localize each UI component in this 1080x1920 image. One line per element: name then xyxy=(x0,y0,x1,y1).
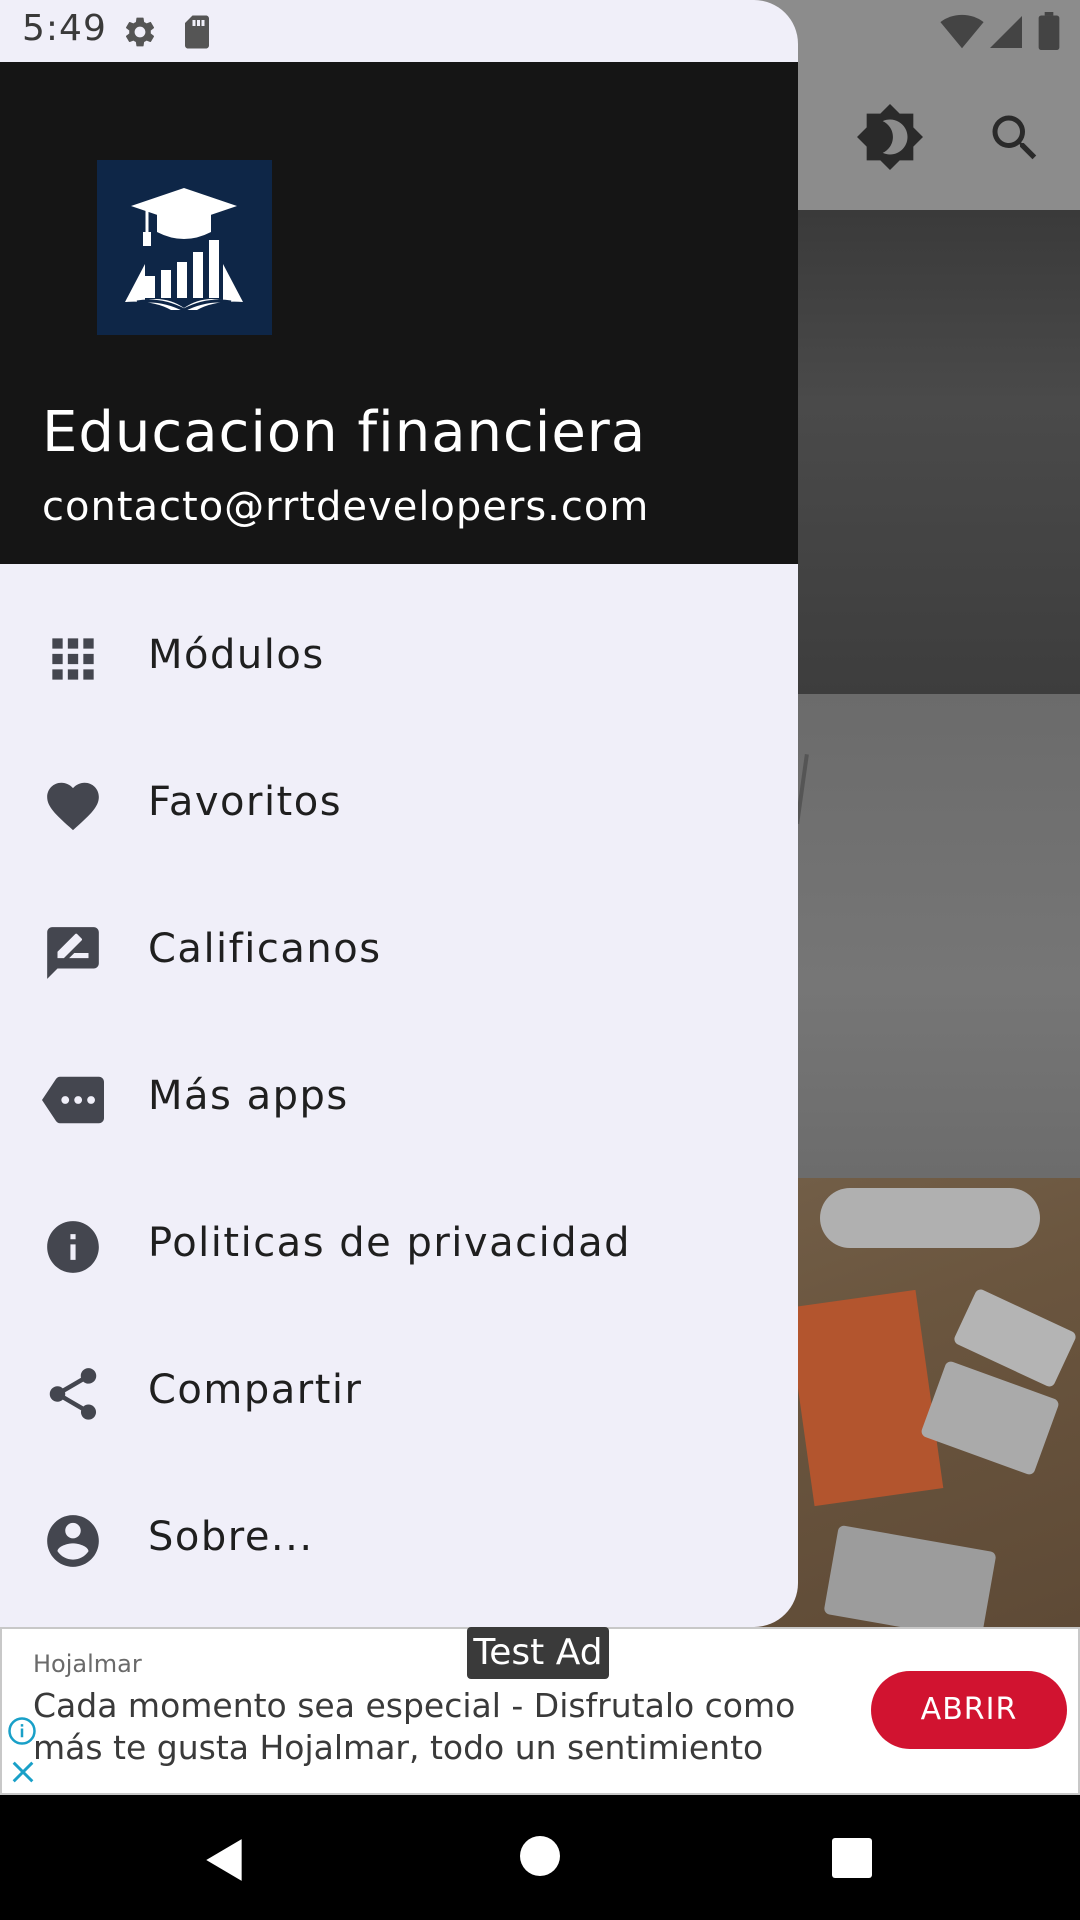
ad-advertiser: Hojalmar xyxy=(33,1650,142,1678)
ad-text: más te gusta Hojalmar, todo un sentimien… xyxy=(33,1728,764,1767)
settings-icon xyxy=(125,17,155,47)
menu-item-label: Módulos xyxy=(148,632,325,678)
share-icon xyxy=(49,1368,97,1420)
menu-item-label: Calificanos xyxy=(148,926,382,972)
menu-item-favoritos[interactable]: Favoritos xyxy=(0,731,798,878)
recents-button[interactable] xyxy=(832,1838,872,1878)
battery-icon xyxy=(1038,12,1060,50)
ad-info-icon[interactable] xyxy=(7,1716,37,1746)
drawer-email: contacto@rrtdevelopers.com xyxy=(42,484,650,530)
menu-item-label: Más apps xyxy=(148,1073,349,1119)
menu-item-label: Sobre... xyxy=(148,1514,314,1560)
ad-close-icon[interactable] xyxy=(9,1758,37,1786)
menu-item-mas-apps[interactable]: Más apps xyxy=(0,1025,798,1172)
navigation-drawer: Educacion financiera contacto@rrtdevelop… xyxy=(0,0,798,1627)
back-icon[interactable] xyxy=(200,1835,250,1885)
app-logo xyxy=(97,160,272,335)
menu-item-calificanos[interactable]: Calificanos xyxy=(0,878,798,1025)
status-time: 5:49 xyxy=(22,8,107,49)
test-ad-label: Test Ad xyxy=(467,1627,609,1679)
rate-review-icon xyxy=(47,927,99,979)
brightness-icon[interactable] xyxy=(855,102,925,172)
info-icon xyxy=(47,1221,99,1273)
menu-item-modulos[interactable]: Módulos xyxy=(0,584,798,731)
search-icon[interactable] xyxy=(985,108,1045,168)
status-bar xyxy=(0,0,1080,62)
ad-text: Cada momento sea especial - Disfrutalo c… xyxy=(33,1686,796,1725)
menu-item-label: Compartir xyxy=(148,1367,363,1413)
menu-item-compartir[interactable]: Compartir xyxy=(0,1319,798,1466)
wifi-icon xyxy=(940,14,984,49)
menu-item-politicas-de-privacidad[interactable]: Politicas de privacidad xyxy=(0,1172,798,1319)
sd-card-icon xyxy=(185,15,209,49)
heart-icon xyxy=(47,782,99,831)
signal-icon xyxy=(990,16,1022,48)
account-circle-icon xyxy=(47,1515,99,1567)
more-apps-icon xyxy=(42,1076,104,1124)
home-button[interactable] xyxy=(520,1836,560,1876)
menu-item-label: Politicas de privacidad xyxy=(148,1220,631,1266)
menu-item-sobre[interactable]: Sobre... xyxy=(0,1466,798,1613)
drawer-title: Educacion financiera xyxy=(42,400,647,465)
menu-item-label: Favoritos xyxy=(148,779,343,825)
grid-icon xyxy=(52,638,94,680)
ad-open-button[interactable]: ABRIR xyxy=(871,1671,1067,1749)
